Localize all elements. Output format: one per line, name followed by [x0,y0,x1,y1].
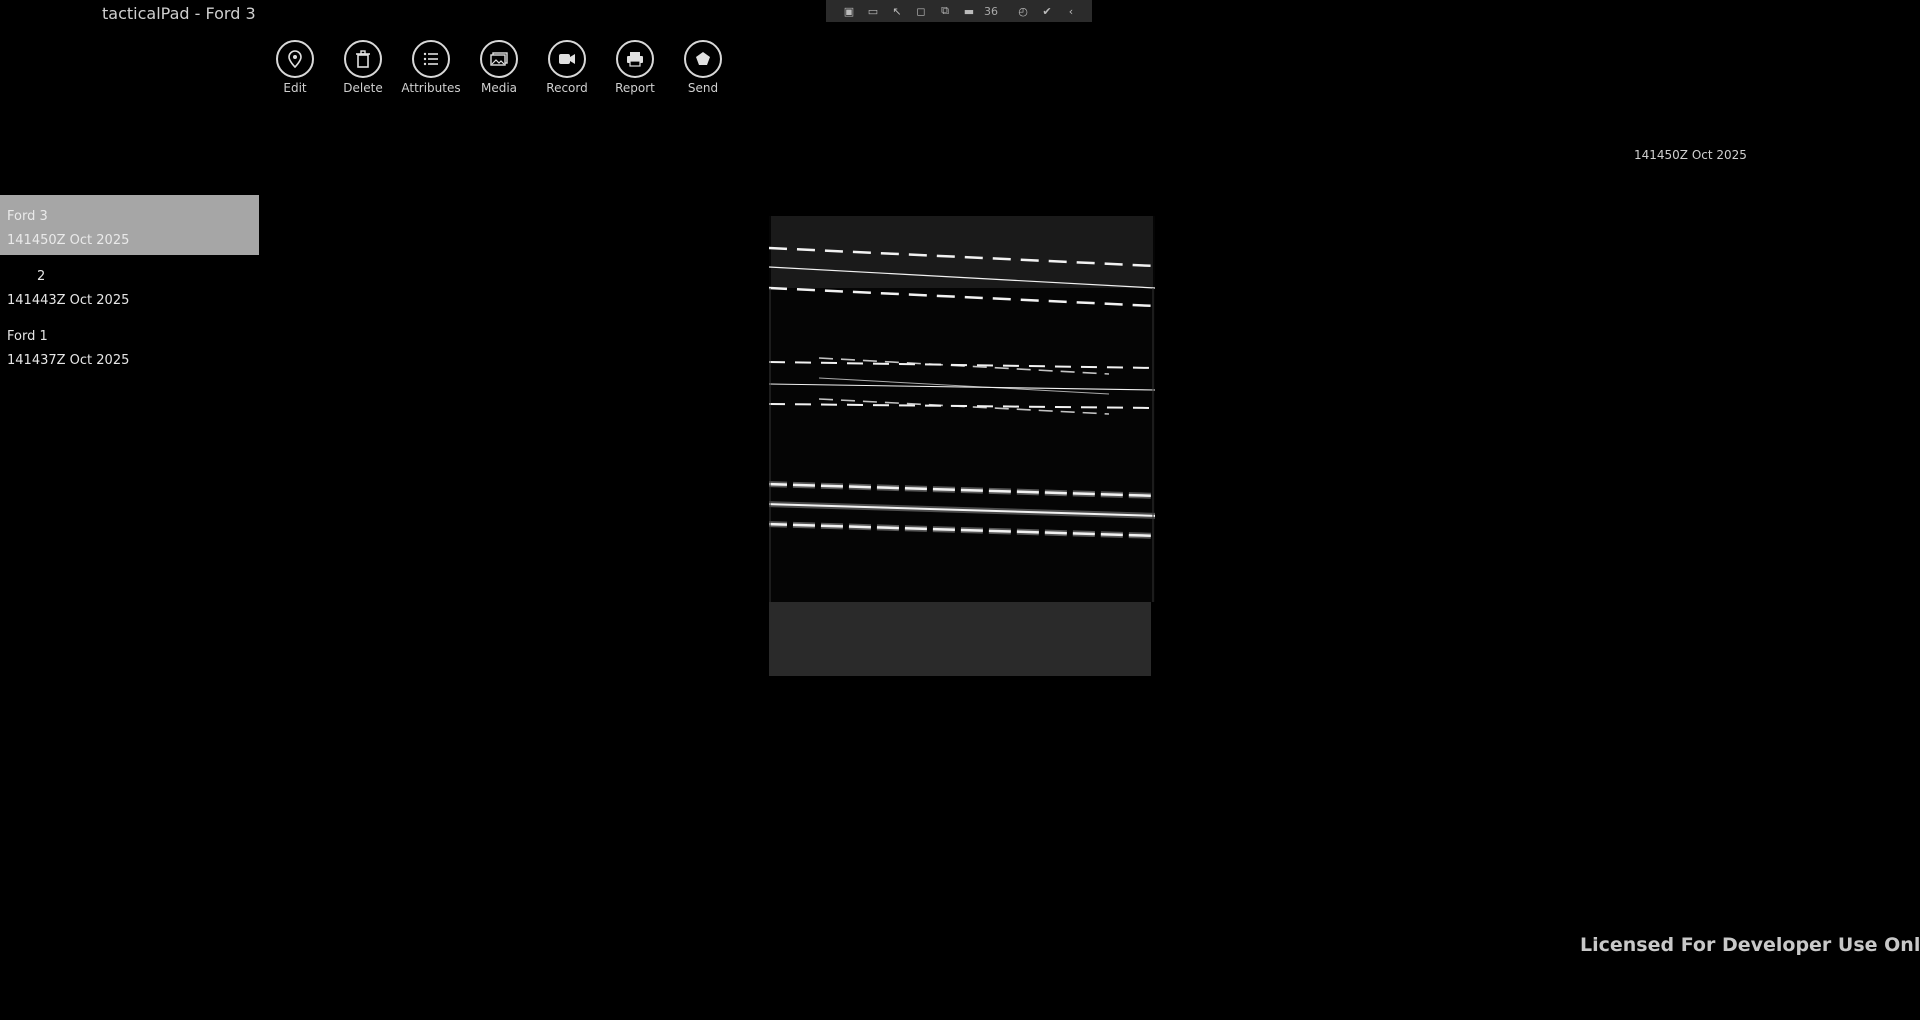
pointer-icon[interactable]: ↖ [888,3,906,19]
camera-icon[interactable]: ▭ [864,3,882,19]
media-label: Media [480,81,518,95]
list-item-time: 141450Z Oct 2025 [7,233,130,248]
list-item-name: Ford 3 [7,209,48,224]
report-label: Report [615,81,655,95]
collapse-icon[interactable]: ‹ [1062,3,1080,19]
attributes-label: Attributes [401,81,461,95]
region-icon[interactable]: ◻ [912,3,930,19]
media-button[interactable]: Media [474,40,524,95]
list-item-name: 2 [37,269,46,284]
list-icon [412,40,450,78]
attributes-button[interactable]: Attributes [401,40,461,95]
delete-label: Delete [343,81,383,95]
license-watermark: Licensed For Developer Use Only [1580,934,1920,956]
timestamp: 141450Z Oct 2025 [1634,148,1747,162]
report-button[interactable]: Report [610,40,660,95]
photos-icon [480,40,518,78]
list-item-time: 141443Z Oct 2025 [7,293,130,308]
list-item-time: 141437Z Oct 2025 [7,353,130,368]
record-label: Record [546,81,588,95]
edit-button[interactable]: Edit [270,40,320,95]
action-bar: Edit Delete Attributes Media Record Repo… [270,40,728,95]
send-icon [684,40,722,78]
capture-icon[interactable]: ▣ [840,3,858,19]
edit-label: Edit [283,81,307,95]
battery-icon: ▬ [963,4,975,18]
preview-footer [769,602,1151,676]
timer-icon[interactable]: ◴ [1014,3,1032,19]
road-lines-image [769,246,1155,602]
list-item-name: Ford 1 [7,329,48,344]
app-window: tacticalPad - Ford 3 ▣ ▭ ↖ ◻ ⧉ ▬ 36 ◴ ✔ … [0,0,1920,1020]
video-camera-icon [548,40,586,78]
item-list: Ford 3 141450Z Oct 2025 2 141443Z Oct 20… [0,195,260,375]
location-pin-icon [276,40,314,78]
check-icon[interactable]: ✔ [1038,3,1056,19]
list-item[interactable]: Ford 3 141450Z Oct 2025 [0,195,259,255]
window-icon[interactable]: ⧉ [936,3,954,19]
recording-toolbar: ▣ ▭ ↖ ◻ ⧉ ▬ 36 ◴ ✔ ‹ [826,0,1092,22]
send-label: Send [687,81,719,95]
delete-button[interactable]: Delete [338,40,388,95]
recording-counter: 36 [984,4,998,18]
printer-icon [616,40,654,78]
trash-icon [344,40,382,78]
media-preview[interactable] [769,216,1155,676]
list-item[interactable]: Ford 1 141437Z Oct 2025 [0,315,260,375]
window-title: tacticalPad - Ford 3 [102,4,256,23]
send-button[interactable]: Send [678,40,728,95]
list-item[interactable]: 2 141443Z Oct 2025 [0,255,260,315]
record-button[interactable]: Record [542,40,592,95]
